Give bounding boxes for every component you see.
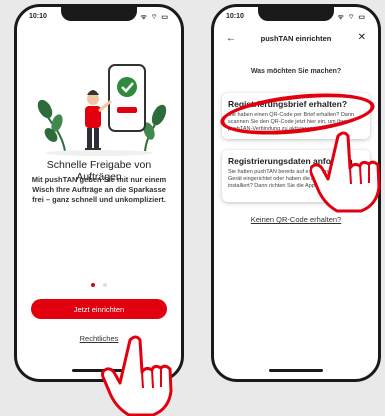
card-title: Registrierungsbrief erhalten? (228, 99, 348, 109)
status-icons: ᯤ ⌔ ▭ (337, 14, 366, 21)
status-bar: 10:10 ᯤ ⌔ ▭ (29, 13, 169, 25)
status-icons: ᯤ ⌔ ▭ (140, 14, 169, 21)
pointing-hand-icon (310, 131, 381, 213)
no-qr-code-link[interactable]: Keinen QR-Code erhalten? (214, 215, 378, 224)
status-time: 10:10 (226, 13, 244, 20)
page-description: Mit pushTAN geben Sie mit nur einem Wisc… (31, 175, 167, 204)
status-bar: 10:10 ᯤ ⌔ ▭ (226, 13, 366, 25)
onboarding-illustration-icon (37, 64, 167, 156)
pointing-hand-icon (101, 335, 173, 416)
home-indicator (269, 369, 323, 372)
nav-title: pushTAN einrichten (260, 34, 332, 43)
nav-bar: ← pushTAN einrichten ✕ (214, 32, 378, 47)
page-dot (103, 283, 108, 287)
question-heading: Was möchten Sie machen? (250, 68, 342, 75)
setup-now-button[interactable]: Jetzt einrichten (31, 299, 167, 319)
close-icon[interactable]: ✕ (358, 32, 366, 43)
page-indicator (17, 274, 181, 292)
arrow-right-icon: → (355, 111, 364, 121)
status-time: 10:10 (29, 13, 47, 20)
page-dot-active (90, 283, 95, 287)
phone-onboarding: 10:10 ᯤ ⌔ ▭ Schnelle Freigabe von Aufträ… (14, 4, 184, 382)
